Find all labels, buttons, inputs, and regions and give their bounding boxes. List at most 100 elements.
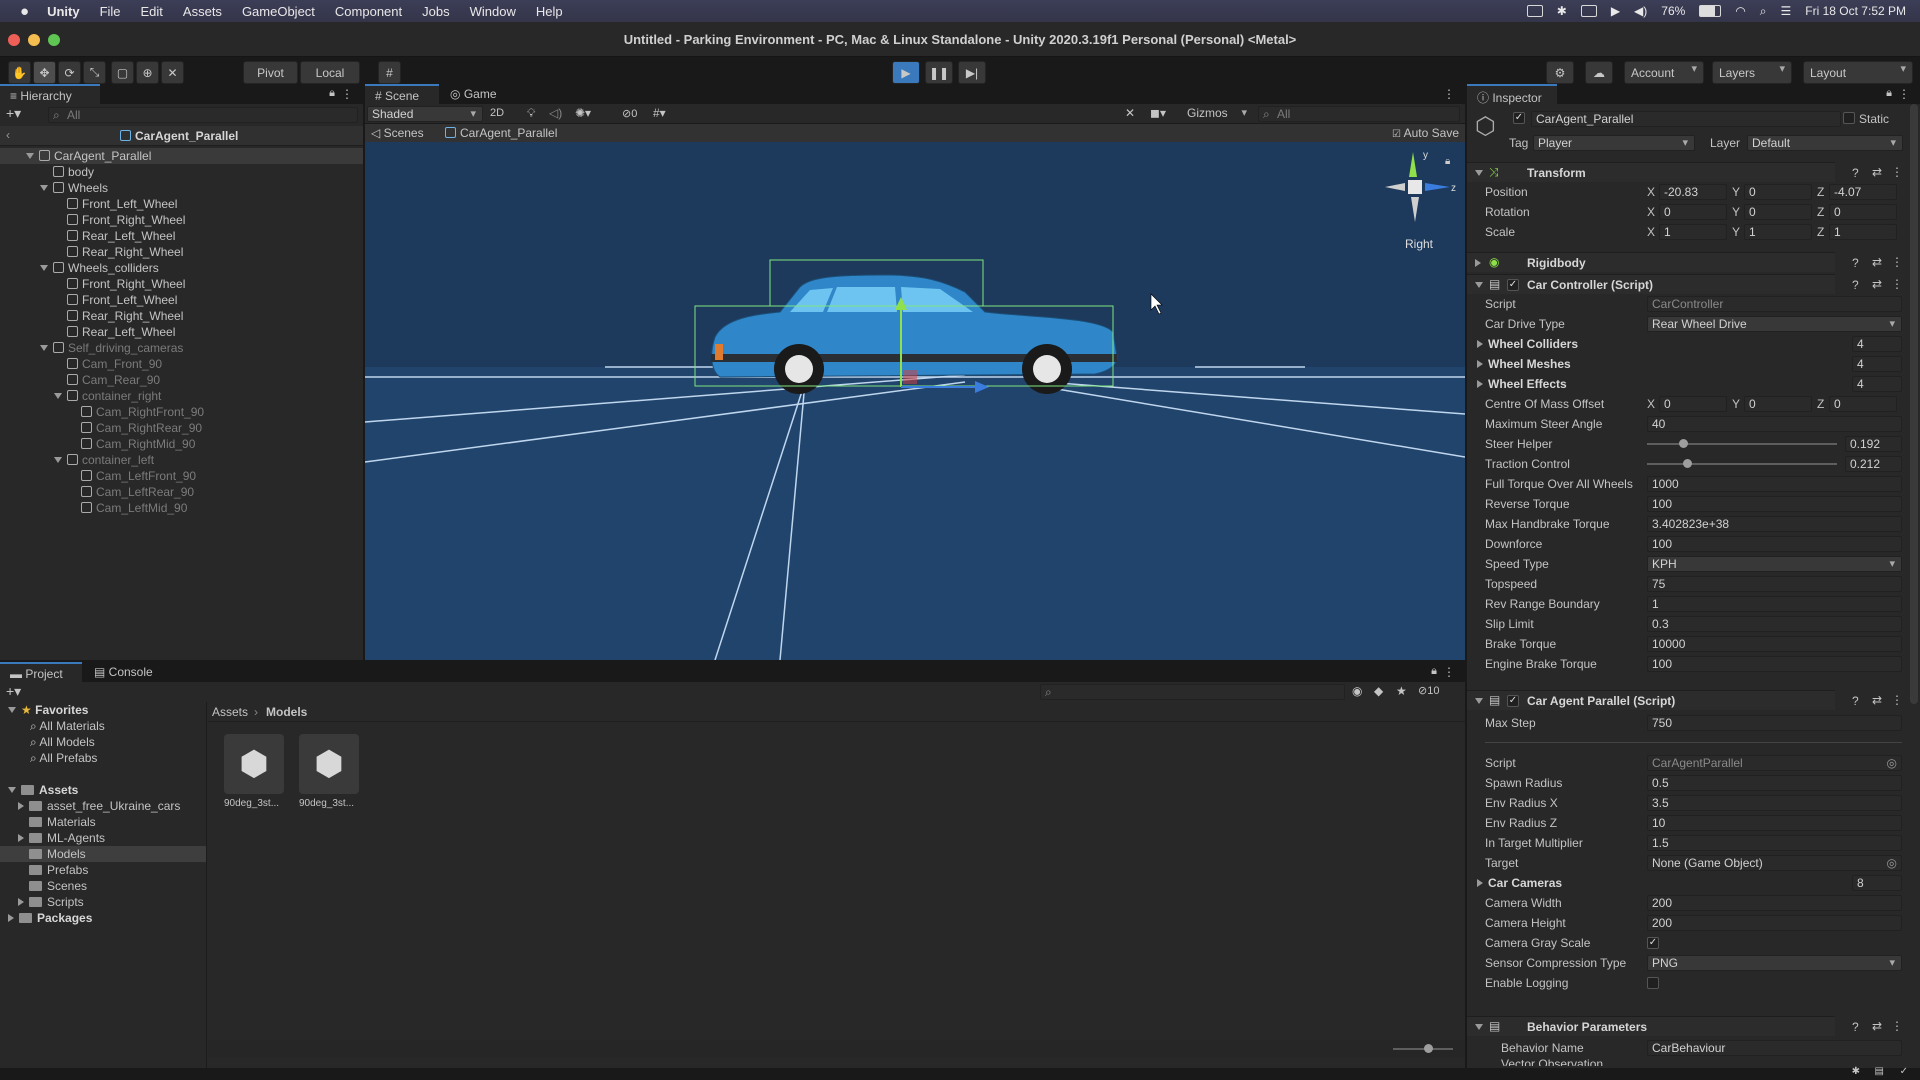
menu-edit[interactable]: Edit [141, 4, 163, 19]
grid-dropdown-icon[interactable]: #▾ [653, 106, 666, 120]
transform-scale-x-input[interactable]: 1 [1659, 224, 1727, 240]
hierarchy-item[interactable]: Wheels [40, 180, 108, 196]
tab-game[interactable]: ◎ Game [440, 84, 510, 104]
effects-dropdown-icon[interactable]: ✺▾ [575, 106, 591, 120]
tab-scene[interactable]: # Scene [365, 84, 439, 104]
menu-assets[interactable]: Assets [183, 4, 222, 19]
hierarchy-item[interactable]: Self_driving_cameras [40, 340, 183, 356]
component-enabled-checkbox[interactable]: ✓ [1507, 695, 1519, 707]
slider-track[interactable] [1647, 463, 1837, 465]
inspector-scrollbar[interactable] [1910, 104, 1918, 704]
help-icon[interactable]: ? [1852, 278, 1859, 292]
folder-ml-agents[interactable]: ML-Agents [18, 830, 105, 846]
hierarchy-item[interactable]: Cam_LeftRear_90 [68, 484, 194, 500]
folder-scripts[interactable]: Scripts [18, 894, 84, 910]
folder-scenes[interactable]: Scenes [29, 878, 87, 894]
expand-icon[interactable] [1475, 282, 1483, 288]
field-input[interactable]: 1000 [1647, 476, 1902, 492]
auto-generate-icon[interactable]: ✓ [1900, 1066, 1908, 1077]
car-controller-header[interactable]: ▤ ✓ Car Controller (Script) ? ⇄ ⋮ [1467, 274, 1903, 294]
project-search-input[interactable]: ⌕ [1040, 684, 1345, 700]
hierarchy-item[interactable]: Cam_LeftFront_90 [68, 468, 196, 484]
scale-tool-icon[interactable]: ⤡ [83, 61, 106, 84]
help-icon[interactable]: ? [1852, 166, 1859, 180]
script-reference-field[interactable]: CarAgentParallel ◎ [1647, 755, 1902, 771]
layer-dropdown[interactable]: Default [1747, 135, 1903, 151]
display-icon[interactable] [1580, 5, 1597, 17]
expand-icon[interactable] [8, 787, 16, 793]
asset-model-1[interactable]: ⬢ 90deg_3st... [224, 734, 286, 814]
lock-icon[interactable]: 🔒︎ [1431, 665, 1437, 678]
scenes-breadcrumb[interactable]: ◁ Scenes [371, 126, 424, 140]
folder-prefabs[interactable]: Prefabs [29, 862, 88, 878]
field-label[interactable]: Wheel Meshes [1477, 356, 1571, 372]
icon-size-slider[interactable] [1393, 1048, 1453, 1050]
folder-models[interactable]: Models [29, 846, 86, 862]
transform-rot-y-input[interactable]: 0 [1744, 204, 1812, 220]
center-of-mass-input[interactable]: 0 [1659, 396, 1727, 412]
tab-console[interactable]: ▤ Console [84, 662, 168, 682]
slider-track[interactable] [1647, 443, 1837, 445]
slider-value-input[interactable]: 0.212 [1845, 456, 1902, 472]
hierarchy-item[interactable]: Rear_Left_Wheel [54, 228, 175, 244]
shading-mode-dropdown[interactable]: Shaded [367, 106, 483, 122]
orientation-label[interactable]: Right [1405, 237, 1434, 251]
field-input[interactable]: 200 [1647, 895, 1902, 911]
fav-item-all-prefabs[interactable]: ⌕ All Prefabs [30, 750, 97, 766]
expand-icon[interactable] [1475, 698, 1483, 704]
packages-root[interactable]: Packages [8, 910, 92, 926]
field-input[interactable]: 10 [1647, 815, 1902, 831]
transform-pos-z-input[interactable]: -4.07 [1829, 184, 1897, 200]
panel-menu-icon[interactable]: ⋮ [1443, 665, 1455, 679]
favorites-header[interactable]: ★ Favorites [8, 702, 88, 718]
lock-icon[interactable]: 🔒︎ [329, 87, 335, 100]
field-input[interactable]: 100 [1647, 536, 1902, 552]
component-enabled-checkbox[interactable]: ✓ [1507, 279, 1519, 291]
hierarchy-item[interactable]: body [40, 164, 94, 180]
scene-search-input[interactable]: ⌕ All [1258, 106, 1460, 122]
assets-root[interactable]: Assets [8, 782, 78, 798]
step-button[interactable]: ▶| [958, 61, 986, 84]
folder-materials[interactable]: Materials [29, 814, 96, 830]
rect-tool-icon[interactable]: ▢ [111, 61, 134, 84]
field-input[interactable]: 1.5 [1647, 835, 1902, 851]
help-icon[interactable]: ? [1852, 694, 1859, 708]
camera-dropdown-icon[interactable]: ◼▾ [1150, 106, 1166, 120]
layout-dropdown[interactable]: Layout [1803, 61, 1913, 84]
layers-dropdown[interactable]: Layers [1712, 61, 1792, 84]
field-label[interactable]: Wheel Colliders [1477, 336, 1578, 352]
help-icon[interactable]: ? [1852, 256, 1859, 270]
expand-icon[interactable] [54, 393, 62, 399]
expand-icon[interactable] [26, 153, 34, 159]
menu-help[interactable]: Help [536, 4, 563, 19]
preset-icon[interactable]: ⇄ [1872, 693, 1882, 707]
help-icon[interactable]: ? [1852, 1020, 1859, 1034]
menu-app-unity[interactable]: Unity [47, 4, 80, 19]
object-picker-icon[interactable]: ◎ [1887, 856, 1897, 870]
gizmo-center[interactable] [1408, 180, 1422, 194]
scene-viewport[interactable]: y z Right 🔒︎ [365, 142, 1465, 660]
component-menu-icon[interactable]: ⋮ [1891, 1019, 1903, 1033]
expand-icon[interactable] [1475, 1024, 1483, 1030]
favorite-star-icon[interactable]: ★ [1396, 684, 1407, 698]
field-label[interactable]: Wheel Effects [1477, 376, 1567, 392]
transform-scale-y-input[interactable]: 1 [1744, 224, 1812, 240]
script-reference-field[interactable]: CarController [1647, 296, 1902, 312]
transform-rot-z-input[interactable]: 0 [1829, 204, 1897, 220]
array-size-input[interactable]: 4 [1852, 356, 1902, 372]
grid-snap-icon[interactable]: # [378, 61, 401, 84]
transform-scale-z-input[interactable]: 1 [1829, 224, 1897, 240]
hierarchy-item[interactable]: Rear_Right_Wheel [54, 308, 183, 324]
component-menu-icon[interactable]: ⋮ [1891, 255, 1903, 269]
hierarchy-item[interactable]: Cam_RightFront_90 [68, 404, 204, 420]
hierarchy-item[interactable]: Front_Right_Wheel [54, 276, 185, 292]
cloud-icon[interactable]: ☁ [1585, 61, 1613, 84]
hierarchy-item[interactable]: container_left [54, 452, 154, 468]
camera-gray-scale-checkbox[interactable]: ✓ [1647, 937, 1659, 949]
hierarchy-item[interactable]: Cam_Rear_90 [54, 372, 160, 388]
expand-icon[interactable] [1477, 340, 1483, 348]
transform-tool-icon[interactable]: ⊕ [136, 61, 159, 84]
hierarchy-item[interactable]: container_right [54, 388, 161, 404]
fav-item-all-materials[interactable]: ⌕ All Materials [30, 718, 105, 734]
fav-item-all-models[interactable]: ⌕ All Models [30, 734, 95, 750]
